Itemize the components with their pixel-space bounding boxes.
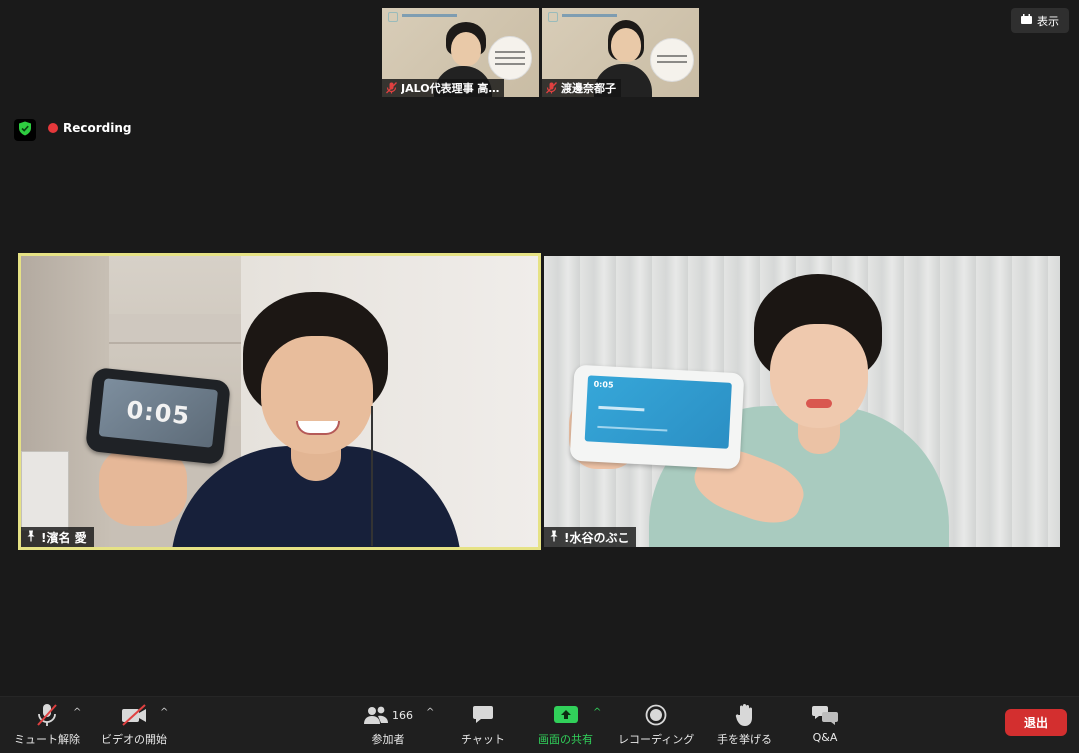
leave-meeting-button[interactable]: 退出 bbox=[1005, 709, 1067, 736]
slide-logo bbox=[388, 12, 398, 22]
thumbnail-namebar: JALO代表理事 高… bbox=[382, 79, 505, 97]
view-label: 表示 bbox=[1037, 14, 1059, 28]
mic-muted-icon bbox=[36, 703, 58, 727]
slide-header-line bbox=[562, 14, 617, 17]
thumbnail-namebar: 渡邊奈都子 bbox=[542, 79, 621, 97]
mic-muted-icon bbox=[546, 82, 557, 94]
earphone-cord bbox=[371, 406, 377, 546]
participant-face bbox=[451, 32, 481, 66]
chat-icon bbox=[472, 703, 494, 727]
participant-name: JALO代表理事 高… bbox=[401, 82, 500, 95]
smart-display-device: 0:05 bbox=[569, 364, 745, 470]
record-label: レコーディング bbox=[618, 733, 695, 746]
participants-options-caret-icon[interactable]: ^ bbox=[426, 707, 434, 718]
participant-name: !濱名 愛 bbox=[41, 530, 87, 545]
participants-icon-group: 166 bbox=[363, 703, 413, 727]
start-video-button[interactable]: ビデオの開始 bbox=[101, 703, 167, 747]
raise-hand-icon bbox=[735, 703, 755, 727]
qa-button[interactable]: Q&A bbox=[812, 703, 838, 744]
device-clock: 0:05 bbox=[593, 379, 614, 390]
background-beam bbox=[109, 314, 249, 344]
video-tile-participant[interactable]: 0:05 !水谷のぶこ bbox=[544, 256, 1060, 547]
tile-namebar: !水谷のぶこ bbox=[544, 527, 637, 547]
recording-label: Recording bbox=[63, 121, 132, 135]
thumbnail-video-1[interactable]: JALO代表理事 高… bbox=[382, 8, 539, 97]
smart-display-device: 0:05 bbox=[84, 367, 232, 465]
mic-muted-icon bbox=[386, 82, 397, 94]
unmute-button[interactable]: ミュート解除 bbox=[14, 703, 80, 747]
participants-label: 参加者 bbox=[371, 733, 405, 746]
participant-name: !水谷のぶこ bbox=[564, 530, 630, 545]
unmute-label: ミュート解除 bbox=[14, 733, 80, 746]
device-text-line bbox=[597, 425, 668, 432]
meeting-toolbar: ミュート解除 ^ ビデオの開始 ^ 166 参加者 ^ チャット 画面の共有 ^… bbox=[0, 696, 1079, 753]
chat-label: チャット bbox=[461, 733, 505, 746]
share-screen-button[interactable]: 画面の共有 bbox=[538, 703, 593, 747]
participants-icon bbox=[364, 706, 388, 724]
participant-lips bbox=[806, 399, 832, 408]
raise-hand-label: 手を挙げる bbox=[717, 733, 772, 746]
raise-hand-button[interactable]: 手を挙げる bbox=[717, 703, 772, 747]
view-button[interactable]: 表示 bbox=[1011, 8, 1069, 33]
slide-header-line bbox=[402, 14, 457, 17]
pin-icon bbox=[549, 530, 559, 545]
start-video-label: ビデオの開始 bbox=[101, 733, 167, 746]
slide-name-card bbox=[488, 36, 532, 80]
participant-face bbox=[611, 28, 641, 62]
share-options-caret-icon[interactable]: ^ bbox=[593, 707, 601, 718]
audio-options-caret-icon[interactable]: ^ bbox=[73, 707, 81, 718]
participants-button[interactable]: 166 参加者 bbox=[363, 703, 413, 747]
device-screen: 0:05 bbox=[584, 375, 732, 449]
slide-logo bbox=[548, 12, 558, 22]
device-text-line bbox=[598, 405, 645, 412]
recording-indicator: Recording bbox=[48, 121, 132, 135]
participants-count: 166 bbox=[392, 708, 413, 722]
chat-button[interactable]: チャット bbox=[461, 703, 505, 747]
device-clock: 0:05 bbox=[98, 378, 219, 448]
participant-name: 渡邊奈都子 bbox=[561, 82, 616, 95]
participant-face bbox=[261, 336, 373, 454]
share-screen-icon bbox=[553, 703, 579, 727]
participant-face bbox=[770, 324, 868, 428]
video-options-caret-icon[interactable]: ^ bbox=[160, 707, 168, 718]
background-shelf bbox=[21, 451, 69, 531]
record-button[interactable]: レコーディング bbox=[618, 703, 694, 747]
slide-name-card bbox=[650, 38, 694, 82]
zoom-meeting-window: JALO代表理事 高… 渡邊奈都子 表示 Recording 0:05 !濱名 … bbox=[0, 0, 1079, 753]
tile-namebar: !濱名 愛 bbox=[21, 527, 94, 547]
record-icon bbox=[645, 703, 667, 727]
security-shield-button[interactable] bbox=[14, 119, 36, 141]
video-tile-active-speaker[interactable]: 0:05 !濱名 愛 bbox=[18, 253, 541, 550]
video-off-icon bbox=[120, 703, 148, 727]
qa-label: Q&A bbox=[812, 731, 838, 744]
pin-icon bbox=[26, 530, 36, 545]
shield-check-icon bbox=[18, 121, 32, 140]
grid-view-icon bbox=[1021, 14, 1032, 27]
qa-icon bbox=[812, 703, 838, 727]
share-screen-label: 画面の共有 bbox=[538, 733, 593, 746]
recording-dot-icon bbox=[48, 123, 58, 133]
thumbnail-video-2[interactable]: 渡邊奈都子 bbox=[542, 8, 699, 97]
